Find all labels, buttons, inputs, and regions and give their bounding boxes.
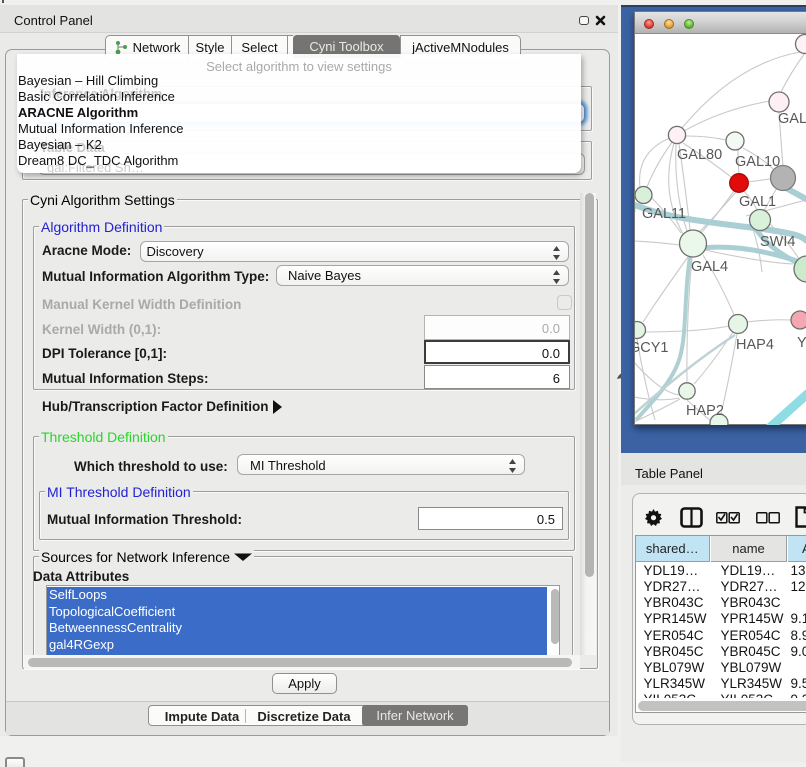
svg-text:HAP2: HAP2 — [686, 403, 724, 419]
svg-text:GCY1: GCY1 — [635, 340, 669, 356]
svg-text:Y: Y — [797, 335, 806, 351]
svg-text:GAL1: GAL1 — [739, 194, 776, 210]
svg-text:GAL80: GAL80 — [677, 147, 722, 163]
svg-text:SWI4: SWI4 — [760, 234, 795, 250]
svg-text:HAP4: HAP4 — [736, 337, 774, 353]
svg-text:GAL11: GAL11 — [642, 206, 686, 222]
svg-text:GAL10: GAL10 — [735, 154, 780, 170]
svg-text:GAL4: GAL4 — [691, 259, 728, 275]
svg-text:GAL: GAL — [778, 111, 806, 127]
